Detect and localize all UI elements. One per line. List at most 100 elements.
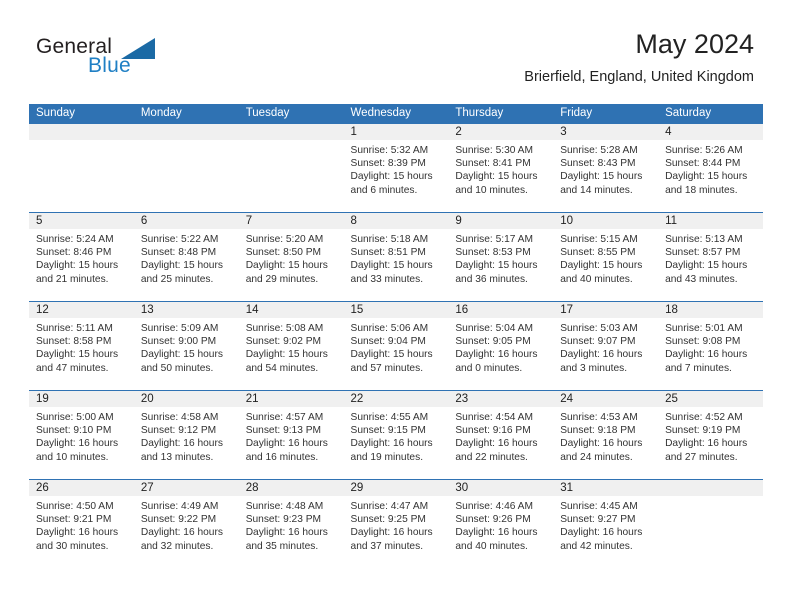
calendar-day-cell[interactable]: 15 Sunrise: 5:06 AM Sunset: 9:04 PM Dayligh…	[343, 301, 449, 391]
day-detail-lines: Sunrise: 5:32 AM Sunset: 8:39 PM Daylight:…	[344, 140, 449, 197]
calendar-day-cell[interactable]: 16 Sunrise: 5:04 AM Sunset: 9:05 PM Dayligh…	[448, 301, 554, 391]
daylight-text-line2: and 18 minutes.	[665, 184, 738, 196]
daylight-text-line1: Daylight: 15 hours	[140, 260, 223, 272]
calendar-day-cell[interactable]: 18 Sunrise: 5:01 AM Sunset: 9:08 PM Dayligh…	[658, 301, 763, 391]
calendar-day-cell[interactable]: 27 Sunrise: 4:49 AM Sunset: 9:22 PM Dayligh…	[133, 479, 239, 569]
calendar-day-cell[interactable]: 14 Sunrise: 5:08 AM Sunset: 9:02 PM Dayligh…	[238, 301, 344, 391]
calendar-empty-cell	[238, 123, 344, 213]
calendar-day-cell[interactable]: 28 Sunrise: 4:48 AM Sunset: 9:23 PM Dayligh…	[238, 479, 344, 569]
calendar-day-cell[interactable]: 26 Sunrise: 4:50 AM Sunset: 9:21 PM Dayligh…	[29, 479, 134, 569]
daylight-text-line2: and 40 minutes.	[560, 273, 633, 285]
calendar-day-cell[interactable]: 25 Sunrise: 4:52 AM Sunset: 9:19 PM Dayligh…	[658, 390, 763, 480]
daylight-text-line2: and 13 minutes.	[140, 451, 214, 463]
weekday-header-thursday: Thursday	[448, 104, 554, 124]
day-number-band: 19	[29, 391, 134, 407]
page-title: May 2024	[635, 29, 754, 59]
daylight-text-line2: and 14 minutes.	[560, 184, 633, 196]
day-number-band	[658, 480, 763, 496]
day-number-band: 22	[343, 391, 449, 407]
day-cell-inner: 30 Sunrise: 4:46 AM Sunset: 9:26 PM Dayligh…	[448, 480, 554, 569]
day-cell-inner: 8 Sunrise: 5:18 AM Sunset: 8:51 PM Daylight…	[343, 213, 449, 301]
calendar-day-cell[interactable]: 12 Sunrise: 5:11 AM Sunset: 8:58 PM Dayligh…	[29, 301, 134, 391]
daylight-text-line2: and 30 minutes.	[36, 540, 109, 552]
title-block: May 2024 Brierfield, England, United Kin…	[524, 28, 754, 86]
sunset-text: Sunset: 9:22 PM	[140, 514, 217, 526]
day-number: 4	[665, 126, 672, 138]
day-number-band: 26	[29, 480, 134, 496]
calendar-day-cell[interactable]: 6 Sunrise: 5:22 AM Sunset: 8:48 PM Daylight…	[133, 212, 239, 302]
sunrise-text: Sunrise: 4:57 AM	[245, 412, 324, 423]
daylight-text-line1: Daylight: 15 hours	[350, 349, 433, 361]
day-cell-inner: 5 Sunrise: 5:24 AM Sunset: 8:46 PM Daylight…	[29, 213, 134, 301]
day-number: 17	[560, 304, 574, 316]
day-detail-lines: Sunrise: 5:04 AM Sunset: 9:05 PM Daylight:…	[448, 318, 553, 375]
sunrise-text: Sunrise: 4:55 AM	[350, 412, 429, 423]
daylight-text-line2: and 10 minutes.	[36, 451, 109, 463]
calendar-empty-cell	[658, 479, 763, 569]
calendar-day-cell[interactable]: 31 Sunrise: 4:45 AM Sunset: 9:27 PM Dayligh…	[553, 479, 659, 569]
day-detail-lines: Sunrise: 5:26 AM Sunset: 8:44 PM Daylight:…	[658, 140, 763, 197]
calendar-day-cell[interactable]: 4 Sunrise: 5:26 AM Sunset: 8:44 PM Daylight…	[658, 123, 763, 213]
calendar-day-cell[interactable]: 23 Sunrise: 4:54 AM Sunset: 9:16 PM Dayligh…	[448, 390, 554, 480]
day-detail-lines: Sunrise: 4:45 AM Sunset: 9:27 PM Daylight:…	[553, 496, 658, 553]
calendar-day-cell[interactable]: 13 Sunrise: 5:09 AM Sunset: 9:00 PM Dayligh…	[133, 301, 239, 391]
day-number: 31	[560, 482, 574, 494]
day-cell-inner: 2 Sunrise: 5:30 AM Sunset: 8:41 PM Daylight…	[448, 124, 554, 212]
day-number-band: 16	[448, 302, 554, 318]
calendar-day-cell[interactable]: 22 Sunrise: 4:55 AM Sunset: 9:15 PM Dayligh…	[343, 390, 449, 480]
calendar-day-cell[interactable]: 30 Sunrise: 4:46 AM Sunset: 9:26 PM Dayligh…	[448, 479, 554, 569]
day-number: 18	[665, 304, 678, 316]
sunrise-text: Sunrise: 4:50 AM	[36, 501, 114, 512]
day-cell-inner: 25 Sunrise: 4:52 AM Sunset: 9:19 PM Dayligh…	[658, 391, 763, 479]
day-detail-lines: Sunrise: 5:24 AM Sunset: 8:46 PM Daylight:…	[29, 229, 134, 286]
sunset-text: Sunset: 8:48 PM	[140, 247, 217, 259]
daylight-text-line1: Daylight: 15 hours	[455, 260, 538, 272]
day-number: 5	[36, 215, 43, 227]
calendar-header: Sunday Monday Tuesday Wednesday Thursday…	[29, 104, 763, 124]
daylight-text-line1: Daylight: 15 hours	[665, 171, 748, 183]
calendar-day-cell[interactable]: 20 Sunrise: 4:58 AM Sunset: 9:12 PM Dayligh…	[133, 390, 239, 480]
day-detail-lines: Sunrise: 5:06 AM Sunset: 9:04 PM Daylight:…	[344, 318, 449, 375]
day-number-band: 24	[553, 391, 659, 407]
day-number: 21	[245, 393, 259, 405]
daylight-text-line1: Daylight: 16 hours	[350, 527, 433, 539]
calendar-day-cell[interactable]: 11 Sunrise: 5:13 AM Sunset: 8:57 PM Dayligh…	[658, 212, 763, 302]
day-cell-inner: 22 Sunrise: 4:55 AM Sunset: 9:15 PM Dayligh…	[343, 391, 449, 479]
day-number-band: 25	[658, 391, 763, 407]
daylight-text-line1: Daylight: 15 hours	[245, 260, 328, 272]
calendar-day-cell[interactable]: 17 Sunrise: 5:03 AM Sunset: 9:07 PM Dayligh…	[553, 301, 659, 391]
calendar-day-cell[interactable]: 7 Sunrise: 5:20 AM Sunset: 8:50 PM Daylight…	[238, 212, 344, 302]
brand-logo[interactable]: General Blue	[36, 36, 256, 86]
day-number: 23	[455, 393, 469, 405]
calendar-day-cell[interactable]: 24 Sunrise: 4:53 AM Sunset: 9:18 PM Dayligh…	[553, 390, 659, 480]
daylight-text-line2: and 47 minutes.	[36, 362, 109, 374]
calendar-day-cell[interactable]: 21 Sunrise: 4:57 AM Sunset: 9:13 PM Dayligh…	[238, 390, 344, 480]
weekday-header-sunday: Sunday	[29, 104, 134, 124]
sunset-text: Sunset: 9:18 PM	[560, 425, 636, 437]
day-number: 20	[140, 393, 154, 405]
calendar-day-cell[interactable]: 10 Sunrise: 5:15 AM Sunset: 8:55 PM Dayligh…	[553, 212, 659, 302]
sunset-text: Sunset: 9:26 PM	[455, 514, 531, 526]
calendar-day-cell[interactable]: 29 Sunrise: 4:47 AM Sunset: 9:25 PM Dayligh…	[343, 479, 449, 569]
day-number: 15	[350, 304, 364, 316]
sunrise-text: Sunrise: 5:26 AM	[665, 145, 743, 156]
calendar-day-cell[interactable]: 1 Sunrise: 5:32 AM Sunset: 8:39 PM Daylight…	[343, 123, 449, 213]
calendar-day-cell[interactable]: 3 Sunrise: 5:28 AM Sunset: 8:43 PM Daylight…	[553, 123, 659, 213]
calendar-day-cell[interactable]: 19 Sunrise: 5:00 AM Sunset: 9:10 PM Dayligh…	[29, 390, 134, 480]
day-detail-lines: Sunrise: 5:03 AM Sunset: 9:07 PM Daylight:…	[553, 318, 658, 375]
daylight-text-line1: Daylight: 15 hours	[245, 349, 328, 361]
day-number: 25	[665, 393, 678, 405]
sunrise-text: Sunrise: 4:45 AM	[560, 501, 638, 512]
day-cell-inner: 13 Sunrise: 5:09 AM Sunset: 9:00 PM Dayligh…	[133, 302, 239, 390]
sunset-text: Sunset: 9:04 PM	[350, 336, 426, 348]
sunset-text: Sunset: 9:12 PM	[140, 425, 217, 437]
calendar-day-cell[interactable]: 8 Sunrise: 5:18 AM Sunset: 8:51 PM Daylight…	[343, 212, 449, 302]
daylight-text-line1: Daylight: 16 hours	[245, 438, 328, 450]
day-cell-inner	[238, 124, 344, 212]
calendar-day-cell[interactable]: 2 Sunrise: 5:30 AM Sunset: 8:41 PM Daylight…	[448, 123, 554, 213]
calendar-day-cell[interactable]: 9 Sunrise: 5:17 AM Sunset: 8:53 PM Daylight…	[448, 212, 554, 302]
day-detail-lines: Sunrise: 4:49 AM Sunset: 9:22 PM Daylight:…	[134, 496, 239, 553]
calendar-day-cell[interactable]: 5 Sunrise: 5:24 AM Sunset: 8:46 PM Daylight…	[29, 212, 134, 302]
day-cell-inner: 19 Sunrise: 5:00 AM Sunset: 9:10 PM Dayligh…	[29, 391, 134, 479]
day-number-band: 29	[343, 480, 449, 496]
